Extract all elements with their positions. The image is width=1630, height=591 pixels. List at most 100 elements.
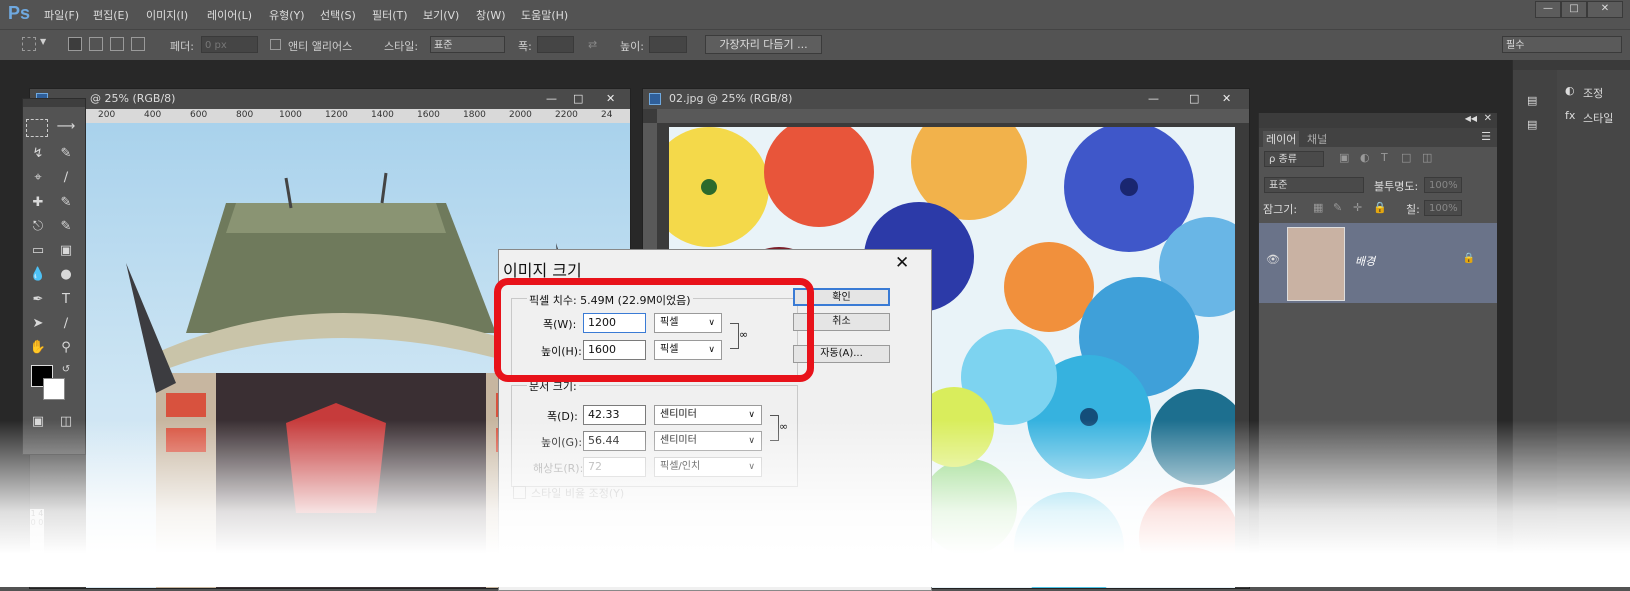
minimize-app-button[interactable]: — <box>1535 1 1561 18</box>
layer-filter-select[interactable]: ρ 종류 <box>1264 151 1324 167</box>
doc2-titlebar[interactable]: 02.jpg @ 25% (RGB/8) — □ ✕ <box>643 89 1249 109</box>
eyedropper-tool-icon[interactable]: ∕ <box>54 167 78 189</box>
swap-icon[interactable]: ⇄ <box>588 38 597 51</box>
height-input[interactable] <box>649 36 687 53</box>
quick-select-tool-icon[interactable]: ✎ <box>54 143 78 165</box>
marquee-tool-icon[interactable] <box>22 37 36 51</box>
collapse-icon[interactable]: ◀◀ <box>1465 114 1477 123</box>
maximize-app-button[interactable]: □ <box>1561 1 1587 18</box>
styles-icon[interactable]: fx <box>1565 109 1575 122</box>
lock-position-icon[interactable]: ✛ <box>1353 201 1362 214</box>
resolution-unit-select[interactable]: 픽셀/인치 ∨ <box>654 457 762 477</box>
doc1-minimize-icon[interactable]: — <box>546 89 557 109</box>
path-select-tool-icon[interactable]: ➤ <box>26 313 50 335</box>
ruler-label: 1400 <box>371 110 394 120</box>
blur-tool-icon[interactable]: 💧 <box>26 264 50 286</box>
filter-shape-icon[interactable]: □ <box>1401 151 1411 164</box>
history-brush-icon[interactable]: ✎ <box>54 216 78 238</box>
hand-tool-icon[interactable]: ✋ <box>26 337 50 359</box>
menu-help[interactable]: 도움말(H) <box>521 7 568 23</box>
adjustments-icon[interactable]: ◐ <box>1565 84 1575 97</box>
filter-pixel-icon[interactable]: ▣ <box>1339 151 1349 164</box>
zoom-tool-icon[interactable]: ⚲ <box>54 337 78 359</box>
doc-height-unit-select[interactable]: 센티미터 ∨ <box>654 431 762 451</box>
tab-channels[interactable]: 채널 <box>1307 131 1327 147</box>
menu-edit[interactable]: 편집(E) <box>93 7 129 23</box>
line-tool-icon[interactable]: ∕ <box>54 313 78 335</box>
close-app-button[interactable]: ✕ <box>1587 1 1623 18</box>
visibility-eye-icon[interactable]: 👁 <box>1266 253 1280 266</box>
dock-header[interactable] <box>1513 60 1630 70</box>
style-select[interactable]: 표준 <box>430 36 505 53</box>
crop-tool-icon[interactable]: ⌖ <box>26 167 50 189</box>
menu-type[interactable]: 유형(Y) <box>269 7 305 23</box>
close-panel-icon[interactable]: ✕ <box>1484 113 1492 124</box>
doc1-close-icon[interactable]: ✕ <box>606 89 615 109</box>
blend-mode-select[interactable]: 표준 <box>1264 177 1364 193</box>
scale-styles-label: 스타일 비율 조정(Y) <box>531 487 625 500</box>
history-panel-icon[interactable]: ▤ <box>1527 94 1537 107</box>
layer-name[interactable]: 배경 <box>1355 253 1375 269</box>
toolbox-header[interactable] <box>23 99 85 107</box>
stamp-tool-icon[interactable]: ⎋ <box>26 216 50 238</box>
menu-select[interactable]: 선택(S) <box>320 7 356 23</box>
type-tool-icon[interactable]: T <box>54 289 78 311</box>
antialias-checkbox[interactable] <box>270 39 281 50</box>
dock-item-adjustments[interactable]: 조정 <box>1583 85 1603 101</box>
fill-input[interactable]: 100% <box>1424 200 1462 216</box>
pen-tool-icon[interactable]: ✒ <box>26 289 50 311</box>
chevron-down-icon[interactable]: ▼ <box>40 37 46 46</box>
quick-mask-icon[interactable]: ▣ <box>26 411 50 433</box>
lock-transparent-icon[interactable]: ▦ <box>1313 201 1323 214</box>
screen-mode-icon[interactable]: ◫ <box>54 411 78 433</box>
doc2-maximize-icon[interactable]: □ <box>1189 89 1199 109</box>
layer-row-background[interactable]: 👁 배경 🔒 <box>1259 223 1497 303</box>
gradient-tool-icon[interactable]: ▣ <box>54 240 78 262</box>
lasso-tool-icon[interactable]: ↯ <box>26 143 50 165</box>
panel-menu-icon[interactable]: ☰ <box>1481 130 1491 143</box>
marquee-tool-icon[interactable] <box>26 119 48 137</box>
feather-input[interactable]: 0 px <box>201 36 258 53</box>
doc1-maximize-icon[interactable]: □ <box>573 89 583 109</box>
menu-file[interactable]: 파일(F) <box>44 7 79 23</box>
brush-tool-icon[interactable]: ✎ <box>54 192 78 214</box>
menu-filter[interactable]: 필터(T) <box>372 7 408 23</box>
dodge-tool-icon[interactable]: ● <box>54 264 78 286</box>
menu-view[interactable]: 보기(V) <box>423 7 459 23</box>
eraser-tool-icon[interactable]: ▭ <box>26 240 50 262</box>
healing-brush-icon[interactable]: ✚ <box>26 192 50 214</box>
width-input[interactable] <box>537 36 574 53</box>
new-selection-icon[interactable] <box>68 37 82 51</box>
filter-smart-icon[interactable]: ◫ <box>1422 151 1432 164</box>
menu-window[interactable]: 창(W) <box>476 7 506 23</box>
filter-adjust-icon[interactable]: ◐ <box>1360 151 1370 164</box>
subtract-selection-icon[interactable] <box>110 37 124 51</box>
doc2-minimize-icon[interactable]: — <box>1148 89 1159 109</box>
doc-width-unit-select[interactable]: 센티미터 ∨ <box>654 405 762 425</box>
lock-pixels-icon[interactable]: ✎ <box>1333 201 1342 214</box>
properties-panel-icon[interactable]: ▤ <box>1527 118 1537 131</box>
filter-type-icon[interactable]: T <box>1381 151 1388 164</box>
dock-item-styles[interactable]: 스타일 <box>1583 110 1613 126</box>
workspace-select[interactable]: 필수 <box>1502 36 1622 53</box>
resolution-input[interactable]: 72 <box>583 457 646 477</box>
add-selection-icon[interactable] <box>89 37 103 51</box>
refine-edge-button[interactable]: 가장자리 다듬기 ... <box>705 35 822 54</box>
menu-image[interactable]: 이미지(I) <box>146 7 188 23</box>
ruler-label: 1200 <box>325 110 348 120</box>
doc1-titlebar[interactable]: @ 25% (RGB/8) — □ ✕ <box>30 89 630 109</box>
doc-width-input[interactable]: 42.33 <box>583 405 646 425</box>
doc2-close-icon[interactable]: ✕ <box>1222 89 1231 109</box>
background-color-swatch[interactable] <box>43 378 65 400</box>
opacity-input[interactable]: 100% <box>1424 177 1462 193</box>
intersect-selection-icon[interactable] <box>131 37 145 51</box>
lock-all-icon[interactable]: 🔒 <box>1373 201 1387 214</box>
move-tool-icon[interactable]: ⟶ <box>54 116 78 138</box>
layers-panel-header[interactable]: ◀◀ ✕ <box>1259 113 1497 128</box>
swap-colors-icon[interactable]: ↺ <box>54 359 78 381</box>
scale-styles-checkbox[interactable] <box>513 486 526 499</box>
doc-height-input[interactable]: 56.44 <box>583 431 646 451</box>
tab-layers[interactable]: 레이어 <box>1263 131 1300 147</box>
dialog-close-icon[interactable]: ✕ <box>895 253 909 273</box>
menu-layer[interactable]: 레이어(L) <box>207 7 252 23</box>
